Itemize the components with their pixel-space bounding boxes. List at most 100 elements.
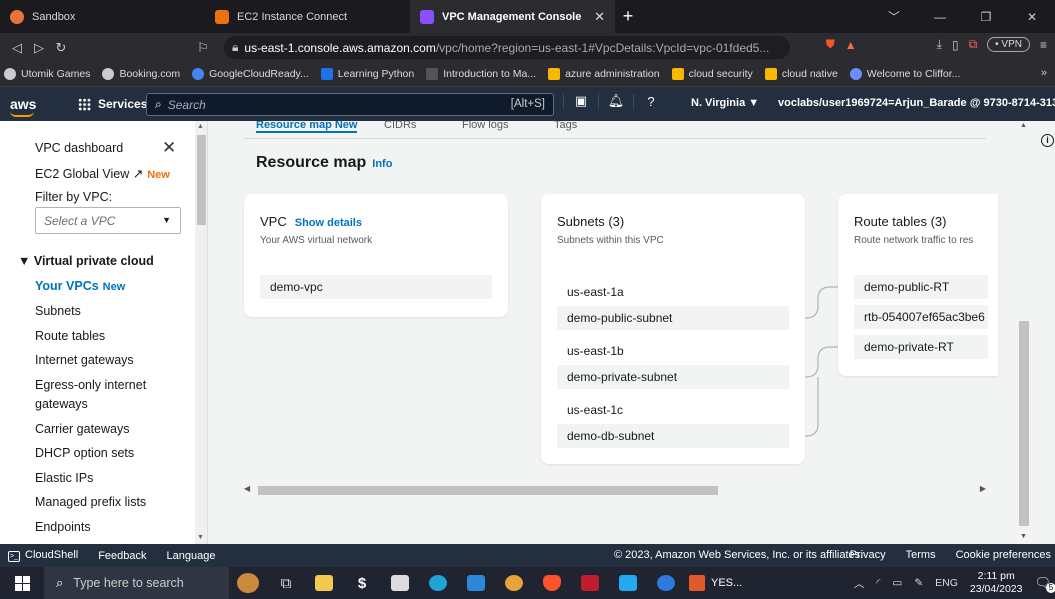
mail-icon[interactable] xyxy=(457,567,495,599)
filezilla-icon[interactable] xyxy=(571,567,609,599)
bookmark-item[interactable]: Utomik Games xyxy=(4,68,90,80)
show-details-link[interactable]: Show details xyxy=(295,217,362,229)
bookmark-item[interactable]: Welcome to Cliffor... xyxy=(849,68,960,80)
scroll-up-icon[interactable]: ▲ xyxy=(197,123,204,130)
notification-center-icon[interactable]: 🗨︎ 5 xyxy=(1034,575,1055,593)
sidebar-item-internet-gateways[interactable]: Internet gateways xyxy=(35,353,134,367)
vscode-icon[interactable] xyxy=(609,567,647,599)
bookmark-page-icon[interactable]: ⚐ xyxy=(192,40,214,56)
region-selector[interactable]: N. Virginia ▼ xyxy=(691,97,759,109)
edge-browser-icon[interactable] xyxy=(419,567,457,599)
battery-icon[interactable]: ▭ xyxy=(892,577,902,589)
wallet-icon[interactable]: ⧉ xyxy=(969,37,978,52)
help-app-icon[interactable] xyxy=(647,567,685,599)
tab-vpc-management-console[interactable]: VPC Management Console ✕ xyxy=(410,0,615,33)
sidebar-item-route-tables[interactable]: Route tables xyxy=(35,329,105,343)
cloudshell-icon[interactable]: ▣ xyxy=(563,93,598,109)
sidebar-item-ec2-global-view[interactable]: EC2 Global View ↗ New xyxy=(35,166,170,181)
sidebar-icon[interactable]: ▯ xyxy=(952,38,959,52)
network-icon[interactable]: ◜ xyxy=(876,577,880,589)
brave-shield-icon[interactable]: ⛊ xyxy=(826,37,835,52)
widgets-icon[interactable] xyxy=(229,567,267,599)
bookmark-item[interactable]: cloud security xyxy=(671,68,753,80)
clock[interactable]: 2:11 pm 23/04/2023 xyxy=(970,570,1023,596)
sidebar-item-managed-prefix-lists[interactable]: Managed prefix lists xyxy=(35,495,146,509)
vpc-filter-select[interactable]: Select a VPC ▼ xyxy=(35,207,181,234)
scroll-down-icon[interactable]: ▼ xyxy=(1020,533,1027,540)
task-view-icon[interactable]: ⧉ xyxy=(267,567,305,599)
help-icon[interactable]: ? xyxy=(633,93,668,109)
back-icon[interactable]: ◁ xyxy=(6,40,28,56)
tab-sandbox[interactable]: Sandbox xyxy=(0,0,205,33)
scrollbar-thumb[interactable] xyxy=(197,135,206,225)
scrollbar-thumb[interactable] xyxy=(258,486,718,495)
close-tab-icon[interactable]: ✕ xyxy=(594,9,605,25)
brave-rewards-icon[interactable]: ▲ xyxy=(845,38,857,52)
more-bookmarks-icon[interactable]: » xyxy=(1041,67,1047,79)
terms-link[interactable]: Terms xyxy=(906,549,936,561)
subnet-chip[interactable]: demo-public-subnet xyxy=(557,306,789,330)
vpc-name-chip[interactable]: demo-vpc xyxy=(260,275,492,299)
console-search-input[interactable]: ⌕ Search [Alt+S] xyxy=(146,93,554,116)
bookmark-item[interactable]: GoogleCloudReady... xyxy=(192,68,309,80)
subnet-chip[interactable]: demo-private-subnet xyxy=(557,365,789,389)
windows-start-icon[interactable] xyxy=(0,567,44,599)
tab-search-chevron-icon[interactable]: ﹀ xyxy=(871,0,917,33)
cookie-preferences-link[interactable]: Cookie preferences xyxy=(956,549,1051,561)
bookmark-item[interactable]: azure administration xyxy=(548,68,660,80)
scrollbar-thumb[interactable] xyxy=(1019,321,1029,526)
aws-logo[interactable]: aws xyxy=(10,96,50,117)
chrome-icon[interactable] xyxy=(495,567,533,599)
taskbar-app-yes[interactable]: YES... xyxy=(689,575,742,591)
store-icon[interactable] xyxy=(381,567,419,599)
language-link[interactable]: Language xyxy=(167,550,216,562)
address-bar[interactable]: 🔒︎ us-east-1.console.aws.amazon.com /vpc… xyxy=(224,36,790,59)
close-window-icon[interactable]: ✕ xyxy=(1009,0,1055,33)
scroll-left-icon[interactable]: ◀ xyxy=(244,484,250,493)
restore-icon[interactable]: ❐ xyxy=(963,0,1009,33)
resource-map-horizontal-scrollbar[interactable]: ◀ ▶ xyxy=(244,483,986,496)
sidebar-item-your-vpcs[interactable]: Your VPCs New xyxy=(35,279,125,293)
reload-icon[interactable]: ↻ xyxy=(50,40,72,56)
sidebar-item-egress-only-internet-gateways-cont[interactable]: gateways xyxy=(35,397,88,411)
sidebar-item-dhcp-option-sets[interactable]: DHCP option sets xyxy=(35,446,134,460)
notifications-bell-icon[interactable]: 🔔︎ xyxy=(598,93,633,109)
bookmark-item[interactable]: Learning Python xyxy=(320,68,414,80)
sidenav-scrollbar[interactable]: ▲ ▼ xyxy=(195,121,207,544)
sidebar-item-egress-only-internet-gateways[interactable]: Egress-only internet xyxy=(35,378,146,392)
taskbar-search-input[interactable]: ⌕ Type here to search xyxy=(44,567,229,599)
subnet-chip[interactable]: demo-db-subnet xyxy=(557,424,789,448)
cloudshell-button[interactable]: >_ CloudShell xyxy=(8,549,78,562)
minimize-icon[interactable]: — xyxy=(917,0,963,33)
services-menu-button[interactable]: Services xyxy=(78,97,147,111)
show-hidden-icons-icon[interactable]: ︿ xyxy=(854,576,865,591)
dollar-app-icon[interactable]: $ xyxy=(343,567,381,599)
close-icon[interactable]: ✕ xyxy=(162,138,176,158)
scroll-right-icon[interactable]: ▶ xyxy=(980,484,986,493)
info-panel-icon[interactable]: i xyxy=(1041,134,1054,147)
sidebar-item-carrier-gateways[interactable]: Carrier gateways xyxy=(35,422,129,436)
sidebar-item-endpoints[interactable]: Endpoints xyxy=(35,520,91,534)
download-icon[interactable]: ⤓ xyxy=(937,37,942,52)
forward-icon[interactable]: ▷ xyxy=(28,40,50,56)
privacy-link[interactable]: Privacy xyxy=(850,549,886,561)
account-menu[interactable]: voclabs/user1969724=Arjun_Barade @ 9730-… xyxy=(778,97,1055,109)
route-table-chip[interactable]: demo-private-RT xyxy=(854,335,988,359)
tab-ec2-instance-connect[interactable]: EC2 Instance Connect xyxy=(205,0,410,33)
language-indicator[interactable]: ENG xyxy=(935,577,958,589)
new-tab-icon[interactable]: + xyxy=(615,0,641,33)
scroll-down-icon[interactable]: ▼ xyxy=(197,534,204,541)
route-table-chip[interactable]: demo-public-RT xyxy=(854,275,988,299)
scroll-up-icon[interactable]: ▲ xyxy=(1020,122,1027,129)
bookmark-item[interactable]: cloud native xyxy=(764,68,838,80)
main-vertical-scrollbar[interactable]: ▲ ▼ xyxy=(1018,121,1030,544)
sidebar-item-elastic-ips[interactable]: Elastic IPs xyxy=(35,471,93,485)
section-virtual-private-cloud[interactable]: ▼ Virtual private cloud xyxy=(18,254,154,268)
menu-icon[interactable]: ≡ xyxy=(1040,38,1047,52)
brave-browser-icon[interactable] xyxy=(533,567,571,599)
bookmark-item[interactable]: Introduction to Ma... xyxy=(426,68,536,80)
route-table-chip[interactable]: rtb-054007ef65ac3be6 xyxy=(854,305,988,329)
feedback-link[interactable]: Feedback xyxy=(98,550,146,562)
sidebar-item-subnets[interactable]: Subnets xyxy=(35,304,81,318)
bookmark-item[interactable]: Booking.com xyxy=(102,68,180,80)
